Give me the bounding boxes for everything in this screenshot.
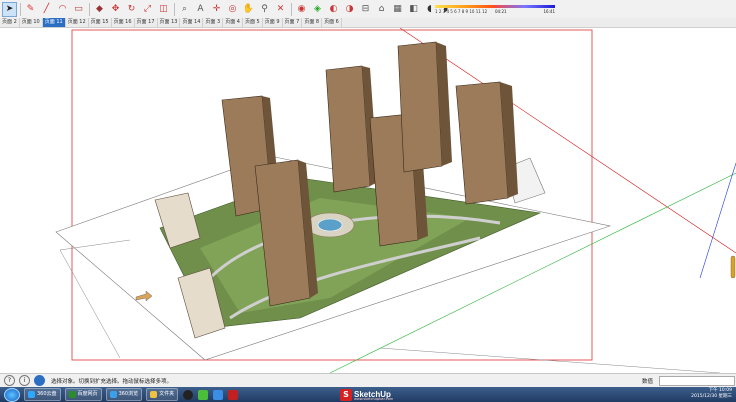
status-bar: ? i 选择对象。切换到扩充选择。拖动鼠标选择多项。 数值 [0, 373, 736, 387]
scene-tab[interactable]: 页面 7 [283, 18, 303, 27]
scene-tab[interactable]: 页面 11 [42, 18, 66, 27]
sketchup-watermark: S SketchUp www.sketchupbar.com [340, 388, 394, 401]
taskbar-item-label: 文件夹 [159, 391, 175, 397]
move-icon[interactable]: ✥ [109, 3, 122, 16]
text-icon[interactable]: A [194, 3, 207, 16]
pencil-line-icon[interactable]: ╱ [40, 3, 53, 16]
toolbar-separator [291, 2, 292, 16]
geo-location-icon[interactable]: ? [4, 375, 15, 386]
materials-icon[interactable]: ▦ [391, 3, 404, 16]
scale-icon[interactable]: ⤢ [141, 3, 154, 16]
scene-tab[interactable]: 页面 2 [0, 18, 20, 27]
toolbar-separator [20, 2, 21, 16]
browser-icon [109, 391, 117, 398]
scene-tabs: 页面 2 页面 10 页面 11 页面 12 页面 15 页面 16 页面 17 页面 13 页… [0, 18, 736, 28]
viewport-scroll-handle[interactable] [730, 255, 736, 279]
arc-icon[interactable]: ◠ [56, 3, 69, 16]
scene-tab[interactable]: 页面 13 [158, 18, 181, 27]
paint-bucket-icon[interactable]: ◉ [295, 3, 308, 16]
system-clock[interactable]: 下午 10:09 2015/12/30 星期三 [691, 388, 732, 401]
scene-tab[interactable]: 页面 14 [180, 18, 204, 27]
toolbar-separator [89, 2, 90, 16]
zoom-extents-icon[interactable]: ✕ [274, 3, 287, 16]
browser-icon [68, 391, 76, 398]
fountain [317, 218, 343, 232]
measurements-label: 数值 [642, 379, 654, 385]
x-ray-icon[interactable]: ⌂ [375, 3, 388, 16]
taskbar-item[interactable]: 360云盘 [24, 388, 61, 401]
pan-icon[interactable]: ✋ [242, 3, 255, 16]
offset-icon[interactable]: ◫ [157, 3, 170, 16]
mail-icon[interactable] [213, 389, 224, 400]
taskbar-item[interactable]: 文件夹 [146, 388, 179, 401]
scene-tab[interactable]: 页面 5 [243, 18, 263, 27]
rotate-icon[interactable]: ↻ [125, 3, 138, 16]
component-icon[interactable]: ◈ [311, 3, 324, 16]
status-message: 选择对象。切换到扩充选择。拖动鼠标选择多项。 [51, 378, 173, 385]
scene-tab[interactable]: 页面 4 [223, 18, 243, 27]
sketchup-brand-url: www.sketchupbar.com [354, 397, 394, 401]
section-icon[interactable]: ◐ [327, 3, 340, 16]
model-canvas[interactable] [0, 27, 736, 374]
folder-icon [150, 391, 158, 398]
taskbar-item[interactable]: 360浏览 [105, 388, 143, 401]
taskbar-item[interactable]: 百度网页 [64, 388, 102, 401]
push-pull-icon[interactable]: ◆ [93, 3, 106, 16]
scene-tab[interactable]: 页面 8 [302, 18, 323, 27]
user-icon[interactable] [34, 375, 45, 386]
time-slider-bar [495, 5, 555, 8]
toolbar-separator [174, 2, 175, 16]
scene-tab[interactable]: 页面 12 [66, 18, 89, 27]
month-numbers: 1 2 3 4 5 6 7 8 9 10 11 12 [435, 9, 488, 14]
qq-icon[interactable] [183, 389, 194, 400]
axes-icon[interactable]: ✛ [210, 3, 223, 16]
taskbar-item-label: 360云盘 [37, 391, 57, 397]
taskbar-item-label: 百度网页 [77, 391, 98, 397]
tower [397, 41, 452, 173]
start-button[interactable] [4, 387, 20, 402]
scene-tab[interactable]: 页面 6 [322, 18, 342, 27]
orbit-icon[interactable]: ◎ [226, 3, 239, 16]
scene-tab[interactable]: 页面 15 [89, 18, 112, 27]
credits-icon[interactable]: i [19, 375, 30, 386]
tower [325, 65, 378, 193]
clock-date: 2015/12/30 星期三 [691, 394, 732, 399]
fog-icon[interactable]: ◧ [407, 3, 420, 16]
time-low-label: 04:21 [495, 9, 507, 14]
measurements-input[interactable] [659, 376, 735, 386]
wechat-icon[interactable] [198, 389, 209, 400]
cloud-icon [28, 391, 35, 398]
autocad-icon[interactable] [228, 389, 239, 400]
zoom-icon[interactable]: ⚲ [258, 3, 271, 16]
scene-tab[interactable]: 页面 10 [20, 18, 43, 27]
scene-tab[interactable]: 页面 16 [112, 18, 135, 27]
eraser-icon[interactable]: ✎ [24, 3, 37, 16]
shape-icon[interactable]: ▭ [72, 3, 85, 16]
scene-tab[interactable]: 页面 9 [263, 18, 283, 27]
blue-axis-line [699, 162, 736, 279]
select-arrow-icon[interactable]: ➤ [2, 1, 17, 17]
tower [455, 81, 518, 205]
scene-tab[interactable]: 页面 3 [203, 18, 224, 27]
sketchup-logo-icon: S [340, 388, 352, 401]
time-high-label: 16:41 [543, 9, 555, 14]
tape-measure-icon[interactable]: ⌕ [178, 3, 191, 16]
main-toolbar: ➤ ✎ ╱ ◠ ▭ ◆ ✥ ↻ ⤢ ◫ ⌕ A ✛ ◎ ✋ ⚲ ✕ ◉ ◈ ◐ … [0, 0, 736, 19]
drawing-viewport[interactable] [0, 27, 736, 374]
scene-tab[interactable]: 页面 17 [135, 18, 158, 27]
style-icon[interactable]: ⊟ [359, 3, 372, 16]
shadow-time-slider[interactable]: 04:21 16:41 [495, 3, 555, 15]
taskbar-item-label: 360浏览 [118, 391, 139, 397]
shadow-icon[interactable]: ◑ [343, 3, 356, 16]
